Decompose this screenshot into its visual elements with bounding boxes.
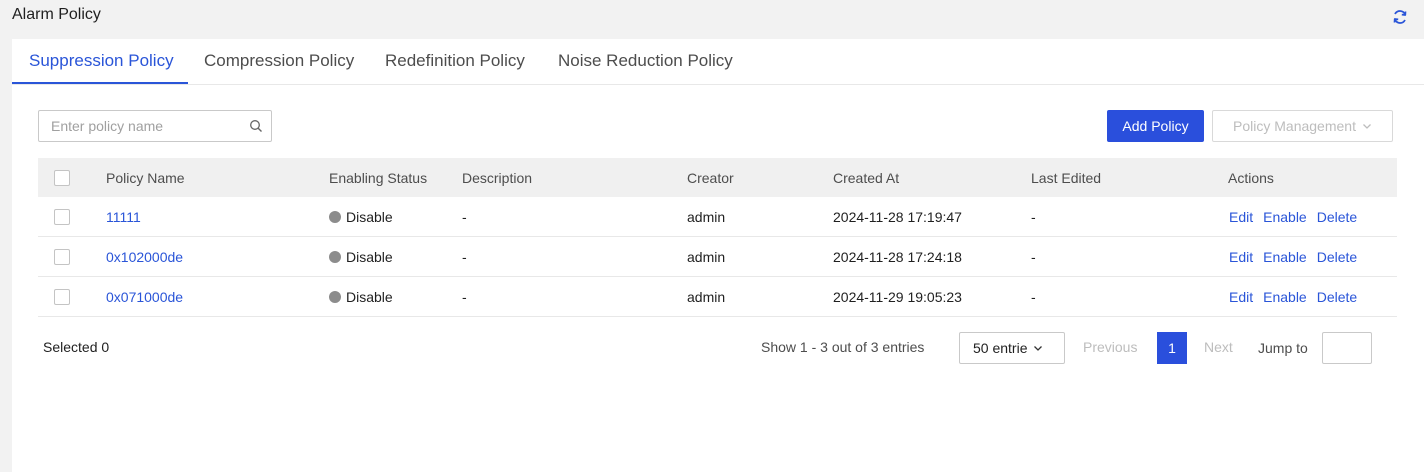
content-panel: Suppression Policy Compression Policy Re… bbox=[12, 39, 1424, 472]
status-text: Disable bbox=[346, 208, 393, 225]
policy-management-label: Policy Management bbox=[1233, 118, 1356, 134]
page-size-value: 50 entrie bbox=[973, 340, 1028, 356]
column-header: Description bbox=[462, 169, 533, 186]
policy-management-dropdown[interactable]: Policy Management bbox=[1212, 110, 1393, 142]
refresh-icon[interactable] bbox=[1392, 9, 1408, 25]
column-header: Creator bbox=[687, 169, 734, 186]
delete-button[interactable]: Delete bbox=[1317, 209, 1357, 225]
policy-name-link[interactable]: 0x071000de bbox=[106, 289, 183, 305]
tab-redefinition-policy[interactable]: Redefinition Policy bbox=[385, 51, 525, 71]
search-box bbox=[38, 110, 272, 142]
actions-cell: Edit Enable Delete bbox=[1229, 209, 1367, 225]
chevron-down-icon bbox=[1034, 346, 1043, 351]
edit-button[interactable]: Edit bbox=[1229, 289, 1253, 305]
last-edited-cell: - bbox=[1031, 288, 1036, 305]
status-text: Disable bbox=[346, 288, 393, 305]
creator-cell: admin bbox=[687, 288, 726, 305]
creator-cell: admin bbox=[687, 248, 726, 265]
policy-name-link[interactable]: 11111 bbox=[106, 209, 141, 225]
tab-noise-reduction-policy[interactable]: Noise Reduction Policy bbox=[558, 51, 733, 71]
jump-to-input[interactable] bbox=[1322, 332, 1372, 364]
created-at-cell: 2024-11-28 17:24:18 bbox=[833, 248, 962, 265]
enable-button[interactable]: Enable bbox=[1263, 249, 1307, 265]
delete-button[interactable]: Delete bbox=[1317, 249, 1357, 265]
pagination-info: Show 1 - 3 out of 3 entries bbox=[761, 339, 925, 355]
last-edited-cell: - bbox=[1031, 208, 1036, 225]
chevron-down-icon bbox=[1363, 124, 1371, 129]
status-text: Disable bbox=[346, 248, 393, 265]
column-header: Actions bbox=[1228, 169, 1274, 186]
delete-button[interactable]: Delete bbox=[1317, 289, 1357, 305]
status-dot-icon bbox=[329, 210, 341, 223]
active-tab-indicator bbox=[12, 82, 188, 84]
enable-button[interactable]: Enable bbox=[1263, 289, 1307, 305]
table-header: Policy Name Enabling Status Description … bbox=[38, 158, 1397, 197]
column-header: Last Edited bbox=[1031, 169, 1102, 186]
add-policy-button[interactable]: Add Policy bbox=[1107, 110, 1204, 142]
table-row: 0x071000de Disable - admin 2024-11-29 19… bbox=[38, 277, 1397, 317]
previous-page-button[interactable]: Previous bbox=[1083, 339, 1137, 355]
created-at-cell: 2024-11-29 19:05:23 bbox=[833, 288, 962, 305]
policy-tabs: Suppression Policy Compression Policy Re… bbox=[12, 39, 1424, 85]
page-1-button[interactable]: 1 bbox=[1157, 332, 1187, 364]
column-header: Policy Name bbox=[106, 169, 185, 186]
description-cell: - bbox=[462, 248, 467, 265]
page-title: Alarm Policy bbox=[12, 6, 101, 23]
policy-table: Policy Name Enabling Status Description … bbox=[38, 158, 1397, 317]
description-cell: - bbox=[462, 288, 467, 305]
jump-to-label: Jump to bbox=[1258, 340, 1308, 356]
selected-count: Selected 0 bbox=[43, 339, 110, 355]
status-cell: Disable bbox=[329, 289, 393, 305]
row-checkbox[interactable] bbox=[54, 288, 70, 305]
tab-suppression-policy[interactable]: Suppression Policy bbox=[29, 51, 174, 71]
last-edited-cell: - bbox=[1031, 248, 1036, 265]
enable-button[interactable]: Enable bbox=[1263, 209, 1307, 225]
actions-cell: Edit Enable Delete bbox=[1229, 249, 1367, 265]
created-at-cell: 2024-11-28 17:19:47 bbox=[833, 208, 962, 225]
page-size-select[interactable]: 50 entrie bbox=[959, 332, 1065, 364]
column-header: Created At bbox=[833, 169, 900, 186]
table-row: 11111 Disable - admin 2024-11-28 17:19:4… bbox=[38, 197, 1397, 237]
status-dot-icon bbox=[329, 250, 341, 263]
edit-button[interactable]: Edit bbox=[1229, 209, 1253, 225]
table-row: 0x102000de Disable - admin 2024-11-28 17… bbox=[38, 237, 1397, 277]
policy-name-link[interactable]: 0x102000de bbox=[106, 249, 183, 265]
row-checkbox[interactable] bbox=[54, 248, 70, 265]
actions-cell: Edit Enable Delete bbox=[1229, 289, 1367, 305]
description-cell: - bbox=[462, 208, 467, 225]
row-checkbox[interactable] bbox=[54, 208, 70, 225]
search-icon[interactable] bbox=[249, 119, 263, 133]
next-page-button[interactable]: Next bbox=[1204, 339, 1233, 355]
status-cell: Disable bbox=[329, 209, 393, 225]
edit-button[interactable]: Edit bbox=[1229, 249, 1253, 265]
tab-compression-policy[interactable]: Compression Policy bbox=[204, 51, 354, 71]
status-cell: Disable bbox=[329, 249, 393, 265]
status-dot-icon bbox=[329, 290, 341, 303]
column-header: Enabling Status bbox=[329, 169, 428, 186]
search-input[interactable] bbox=[39, 111, 239, 141]
select-all-checkbox[interactable] bbox=[54, 169, 70, 186]
creator-cell: admin bbox=[687, 208, 726, 225]
